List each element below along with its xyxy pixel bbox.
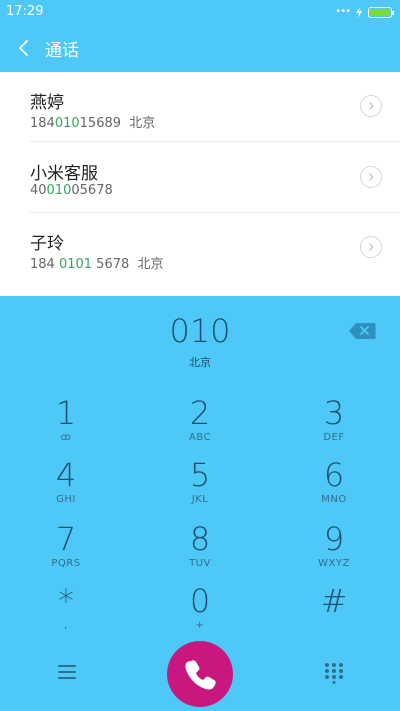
contact-number: 184 0101 5678 [30,257,130,272]
key-1[interactable]: 1 ꝏ [16,396,116,456]
dial-display: 010 北京 [0,296,400,380]
backspace-icon[interactable] [348,322,376,340]
key-letters: , [64,620,68,631]
divider [30,141,400,142]
contact-name: 子玲 [30,234,64,254]
key-letters: MNO [321,494,347,505]
dialpad-icon[interactable] [324,662,344,684]
contact-location: 北京 [137,257,164,272]
key-digit: # [320,582,348,620]
status-bar: 17:29 ••• [0,0,400,24]
key-0[interactable]: 0 + [150,584,250,644]
matched-digits: 0101 [58,257,93,272]
matched-digits: 010 [46,183,72,198]
key-2[interactable]: 2 ABC [150,396,250,456]
contact-suggestion-list: 燕婷 18401015689 北京 小米客服 4001005678 子玲 184… [0,72,400,296]
contact-subtitle: 4001005678 [30,183,113,198]
contact-detail-chevron-icon[interactable] [360,166,382,188]
key-digit: 7 [55,520,77,558]
back-chevron-icon[interactable] [14,36,34,60]
contact-subtitle: 18401015689 北京 [30,112,155,131]
key-5[interactable]: 5 JKL [150,458,250,518]
app-header: 通话 [0,24,400,72]
contact-detail-chevron-icon[interactable] [360,95,382,117]
contact-item[interactable]: 子玲 184 0101 5678 北京 [0,213,400,283]
key-digit: 4 [55,456,77,494]
key-letters: TUV [189,558,211,569]
number-location: 北京 [189,356,211,369]
key-9[interactable]: 9 WXYZ [284,522,384,582]
key-hash[interactable]: # [284,584,384,644]
key-6[interactable]: 6 MNO [284,458,384,518]
key-letters: GHI [56,494,76,505]
key-letters: DEF [323,432,345,443]
key-3[interactable]: 3 DEF [284,396,384,456]
page-title: 通话 [45,41,79,61]
key-letters [284,620,384,632]
key-digit: 0 [189,582,211,620]
phone-icon [185,660,216,690]
key-letters: PQRS [51,558,81,569]
key-4[interactable]: 4 GHI [16,458,116,518]
key-digit: 5 [189,456,211,494]
key-digit: * [58,582,74,620]
signal-dots-icon: ••• [335,6,351,17]
dialed-number: 010 [169,312,231,350]
key-digit: 1 [55,394,77,432]
matched-digits: 010 [54,116,80,131]
contact-number: 4001005678 [30,183,113,198]
menu-icon[interactable] [57,664,77,680]
status-time: 17:29 [6,4,44,19]
key-digit: 3 [323,394,345,432]
key-letters: ABC [188,432,211,443]
key-digit: 8 [189,520,211,558]
key-digit: 6 [323,456,345,494]
key-digit: 2 [189,394,211,432]
key-star[interactable]: * , [16,584,116,644]
contact-item[interactable]: 小米客服 4001005678 [0,143,400,213]
key-7[interactable]: 7 PQRS [16,522,116,582]
key-digit: 9 [323,520,345,558]
battery-icon [368,6,394,18]
contact-item[interactable]: 燕婷 18401015689 北京 [0,72,400,142]
voicemail-icon: ꝏ [60,432,72,443]
contact-name: 小米客服 [30,164,98,184]
contact-number: 18401015689 [30,116,122,131]
bottom-action-bar [0,640,400,711]
call-button[interactable] [167,641,233,707]
key-letters: + [195,620,205,631]
charging-bolt-icon [356,6,362,18]
contact-subtitle: 184 0101 5678 北京 [30,253,164,272]
key-8[interactable]: 8 TUV [150,522,250,582]
contact-detail-chevron-icon[interactable] [360,236,382,258]
contact-name: 燕婷 [30,93,64,113]
contact-location: 北京 [129,116,156,131]
key-letters: JKL [191,494,209,505]
key-letters: WXYZ [318,558,350,569]
status-icons: ••• [335,5,394,19]
